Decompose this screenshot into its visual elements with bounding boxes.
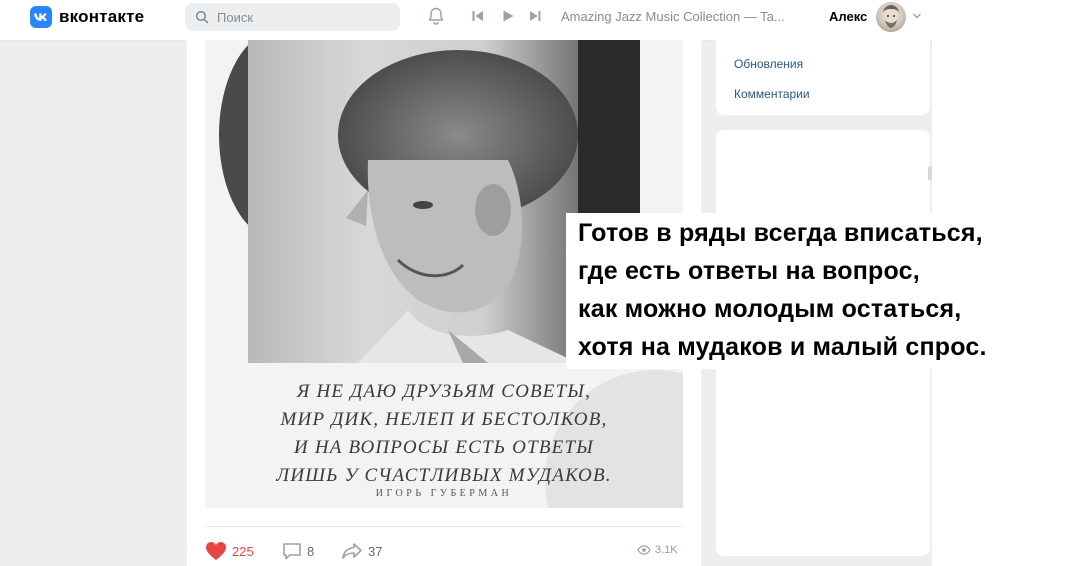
vk-logo-icon [30,6,52,28]
caption-line: где есть ответы на вопрос, [578,257,920,285]
quote-line: МИР ДИК, НЕЛЕП И БЕСТОЛКОВ, [280,409,608,430]
like-button[interactable]: 225 [205,540,254,562]
view-count: 3.1K [655,544,678,556]
search-box[interactable] [185,3,400,31]
notifications-bell-icon[interactable] [426,6,446,26]
chevron-down-icon[interactable] [912,12,922,20]
user-name[interactable]: Алекс [829,9,867,24]
like-count: 225 [232,543,254,559]
avatar[interactable] [876,2,906,32]
play-icon[interactable] [501,9,515,23]
next-track-icon[interactable] [528,9,542,23]
scrollbar-handle[interactable] [928,166,932,180]
quote-line: Я НЕ ДАЮ ДРУЗЬЯМ СОВЕТЫ, [296,381,592,402]
caption-line: Готов в ряды всегда вписаться, [578,219,983,247]
news-filter-menu: Обновления Комментарии [716,40,930,115]
menu-item-updates[interactable]: Обновления [734,57,803,71]
menu-item-comments[interactable]: Комментарии [734,87,810,101]
comment-count: 8 [307,543,315,559]
logo-text: вконтакте [59,7,145,26]
comment-icon [283,543,301,560]
quote-text: Я НЕ ДАЮ ДРУЗЬЯМ СОВЕТЫ, МИР ДИК, НЕЛЕП … [205,378,683,490]
share-count: 37 [368,543,383,559]
comment-button[interactable]: 8 [282,540,314,562]
vk-logo[interactable]: вконтакте [30,6,144,28]
caption-line: хотя на мудаков и малый спрос. [578,333,987,361]
search-input[interactable] [215,8,389,26]
post-divider [205,526,683,527]
previous-track-icon[interactable] [471,9,485,23]
share-button[interactable]: 37 [341,540,382,562]
caption-line: как можно молодым остаться, [578,295,962,323]
quote-line: ЛИШЬ У СЧАСТЛИВЫХ МУДАКОВ. [276,465,612,486]
search-icon [195,10,209,24]
eye-icon [637,545,651,555]
now-playing-title[interactable]: Amazing Jazz Music Collection — Ta... [561,9,785,24]
quote-author: ИГОРЬ ГУБЕРМАН [375,488,513,499]
poem-caption: Готов в ряды всегда вписаться, где есть … [566,213,1081,369]
avatar-portrait-icon [883,5,899,28]
views-counter: 3.1K [637,544,678,556]
quote-line: И НА ВОПРОСЫ ЕСТЬ ОТВЕТЫ [293,437,594,458]
top-bar: вконтакте Amazing Jazz Music Collection … [0,0,1081,41]
share-icon [342,543,362,559]
heart-icon [206,542,226,560]
